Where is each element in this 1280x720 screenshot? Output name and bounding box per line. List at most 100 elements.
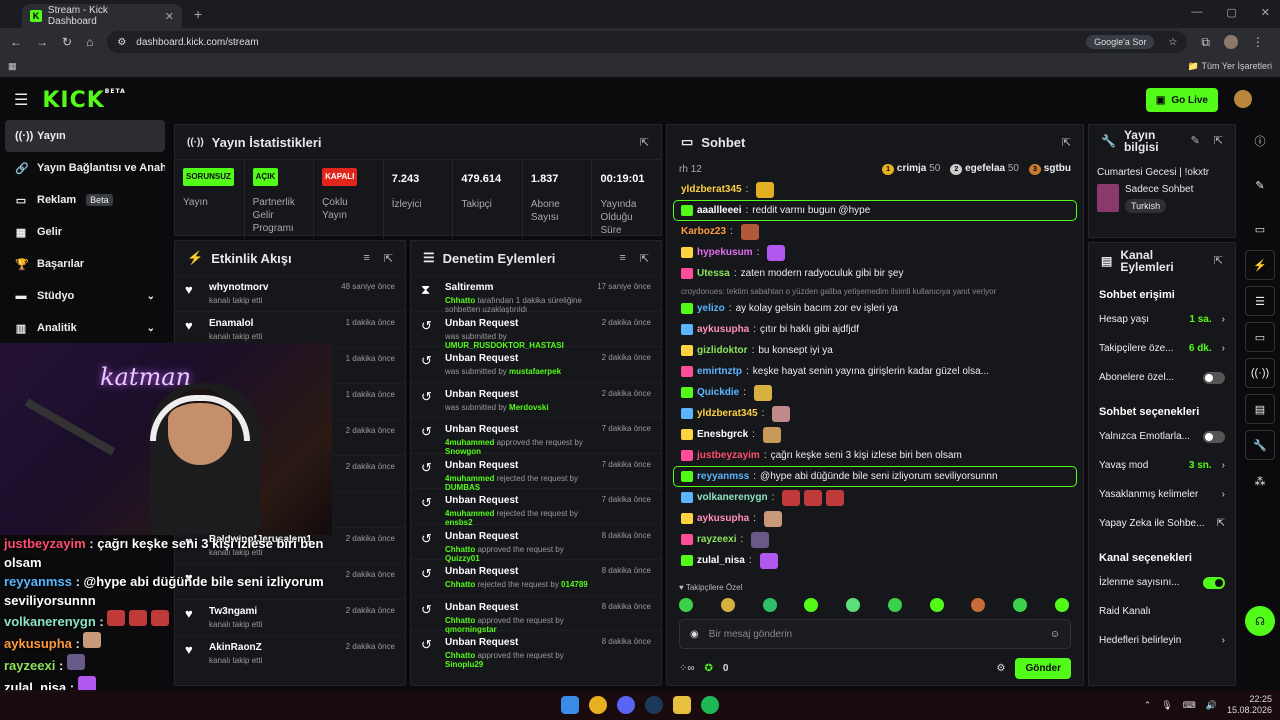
moderation-row[interactable]: ↺ Unban Request Chhatto approved the reque…: [411, 523, 661, 563]
chat-username[interactable]: Karboz23: [681, 226, 726, 237]
goals-row[interactable]: Hedefleri belirleyin ›: [1089, 626, 1235, 655]
channel-icon[interactable]: ▤: [1245, 394, 1275, 424]
mod-target[interactable]: qmorningstar: [445, 625, 497, 634]
lightning-icon[interactable]: ⚡: [1245, 250, 1275, 280]
maximize-icon[interactable]: ▢: [1226, 6, 1236, 19]
mod-actor[interactable]: Chhatto: [445, 545, 475, 554]
wrench-icon[interactable]: 🔧: [1245, 430, 1275, 460]
reactions-icon[interactable]: ⁘∞: [679, 663, 695, 674]
moderation-row[interactable]: ↺ Unban Request was submitted by UMUR_RUSD…: [411, 310, 661, 350]
chat-username[interactable]: reyyanmss: [697, 471, 749, 482]
browser-tab[interactable]: K Stream - Kick Dashboard ✕: [22, 4, 182, 28]
banned-words-row[interactable]: Yasaklanmış kelimeler ›: [1089, 480, 1235, 509]
popout-icon[interactable]: ⇱: [640, 136, 649, 149]
moderation-row[interactable]: ↺ Unban Request Chhatto approved the reque…: [411, 594, 661, 634]
edit-icon[interactable]: ✎: [1191, 135, 1200, 147]
sidebar-item-studyo[interactable]: ▬ Stüdyo ⌄: [5, 280, 165, 312]
menu-dots-icon[interactable]: ⋮: [1252, 35, 1264, 49]
popout-icon[interactable]: ⇱: [1214, 135, 1223, 147]
broadcast-icon[interactable]: ((·)): [1245, 358, 1275, 388]
chat-username[interactable]: hypekusum: [697, 247, 753, 258]
chat-username[interactable]: aykusupha: [697, 324, 749, 335]
sidebar-item-yayin[interactable]: ((·)) Yayın: [5, 120, 165, 152]
network-icon[interactable]: ⌨: [1183, 700, 1196, 711]
chrome-icon[interactable]: [589, 696, 607, 714]
popout-icon[interactable]: ⇱: [1062, 136, 1071, 149]
mod-actor[interactable]: Chhatto: [445, 296, 475, 305]
mod-actor[interactable]: Chhatto: [445, 616, 475, 625]
chat-username[interactable]: yldzberat345: [697, 408, 758, 419]
raid-row[interactable]: Raid Kanalı: [1089, 597, 1235, 626]
moderation-row[interactable]: ↺ Unban Request 4muhammed rejected the req…: [411, 488, 661, 527]
microphone-icon[interactable]: 🎙: [1161, 700, 1172, 711]
popout-icon[interactable]: ⇱: [640, 252, 649, 265]
edit-icon[interactable]: ✎: [1245, 170, 1275, 200]
discord-icon[interactable]: [617, 696, 635, 714]
emotes-only-toggle[interactable]: [1203, 430, 1225, 443]
mod-actor[interactable]: 4muhammed: [445, 438, 494, 447]
activity-user[interactable]: whynotmorv: [209, 282, 331, 293]
send-button[interactable]: Gönder: [1015, 657, 1071, 679]
mod-actor[interactable]: 4muhammed: [445, 474, 494, 483]
sidebar-item-basarilar[interactable]: 🏆 Başarılar: [5, 248, 165, 280]
chat-username[interactable]: gizlidoktor: [697, 345, 748, 356]
reload-icon[interactable]: ↻: [62, 35, 72, 49]
subs-only-toggle[interactable]: [1203, 371, 1225, 384]
chat-username[interactable]: aykusupha: [697, 513, 749, 524]
start-icon[interactable]: [561, 696, 579, 714]
ai-chat-row[interactable]: Yapay Zeka ile Sohbe... ⇱: [1089, 509, 1235, 538]
mod-target[interactable]: Quizzy01: [445, 554, 480, 563]
moderation-row[interactable]: ↺ Unban Request 4muhammed approved the req…: [411, 417, 661, 456]
filter-icon[interactable]: ≡: [363, 252, 369, 265]
chat-username[interactable]: aaallleeei: [697, 205, 741, 216]
chat-username[interactable]: volkanerenygn: [697, 492, 768, 503]
home-icon[interactable]: ⌂: [86, 35, 93, 49]
popout-icon[interactable]: ⇱: [384, 252, 393, 265]
card-icon[interactable]: ▭: [1245, 214, 1275, 244]
mod-target[interactable]: mustafaerpek: [509, 367, 561, 376]
quick-emote-icon[interactable]: [720, 598, 735, 612]
chat-settings-icon[interactable]: ⚙: [996, 663, 1005, 674]
tray-chevron-icon[interactable]: ⌃: [1144, 700, 1152, 711]
site-info-icon[interactable]: ⚙: [117, 37, 126, 48]
folder-icon[interactable]: [673, 696, 691, 714]
url-field[interactable]: ⚙ dashboard.kick.com/stream Google'a Sor…: [107, 31, 1188, 53]
view-count-toggle[interactable]: [1203, 576, 1225, 589]
chat-icon[interactable]: ▭: [1245, 322, 1275, 352]
quick-emote-icon[interactable]: [1054, 598, 1069, 612]
minimize-icon[interactable]: —: [1191, 6, 1202, 19]
chat-username[interactable]: rayzeexi: [697, 534, 736, 545]
emoji-icon[interactable]: ☺: [1050, 629, 1060, 640]
hamburger-menu-icon[interactable]: ☰: [14, 90, 28, 110]
steam-icon[interactable]: [645, 696, 663, 714]
quick-emote-icon[interactable]: [804, 598, 819, 612]
mod-target[interactable]: Snowgon: [445, 447, 481, 456]
back-icon[interactable]: ←: [10, 35, 22, 49]
quick-emote-icon[interactable]: [887, 598, 902, 612]
go-live-button[interactable]: ▣ Go Live: [1145, 88, 1218, 112]
extensions-icon[interactable]: ⧉: [1201, 35, 1210, 50]
info-icon[interactable]: ⓘ: [1245, 126, 1275, 156]
kick-logo[interactable]: KICKBETA: [42, 88, 125, 113]
quick-emote-icon[interactable]: [929, 598, 944, 612]
volume-icon[interactable]: 🔊: [1206, 700, 1217, 711]
chat-username[interactable]: Enesbgrck: [697, 429, 748, 440]
sidebar-item-stream-key[interactable]: 🔗 Yayın Bağlantısı ve Anahtar: [5, 152, 165, 184]
chat-username[interactable]: emirtnztp: [697, 366, 742, 377]
apps-grid-icon[interactable]: ▦: [8, 61, 17, 72]
chat-username[interactable]: zulal_nisa: [697, 555, 745, 566]
google-ask-button[interactable]: Google'a Sor: [1086, 35, 1155, 49]
list-icon[interactable]: ☰: [1245, 286, 1275, 316]
quick-emote-icon[interactable]: [679, 598, 693, 612]
forward-icon[interactable]: →: [36, 35, 48, 49]
followers-only-row[interactable]: Takipçilere öze... 6 dk. ›: [1089, 334, 1235, 363]
chat-username[interactable]: justbeyzayim: [697, 450, 760, 461]
mod-target[interactable]: Sinoplu29: [445, 660, 483, 669]
clock[interactable]: 22:25 15.08.2026: [1227, 694, 1272, 716]
close-window-icon[interactable]: ✕: [1261, 6, 1270, 19]
spotify-icon[interactable]: [701, 696, 719, 714]
chat-username[interactable]: Utessa: [697, 268, 730, 279]
moderation-row[interactable]: ↺ Unban Request Chhatto rejected the reque…: [411, 559, 661, 595]
sidebar-item-reklam[interactable]: ▭ Reklam Beta: [5, 184, 165, 216]
popout-icon[interactable]: ⇱: [1214, 255, 1223, 267]
